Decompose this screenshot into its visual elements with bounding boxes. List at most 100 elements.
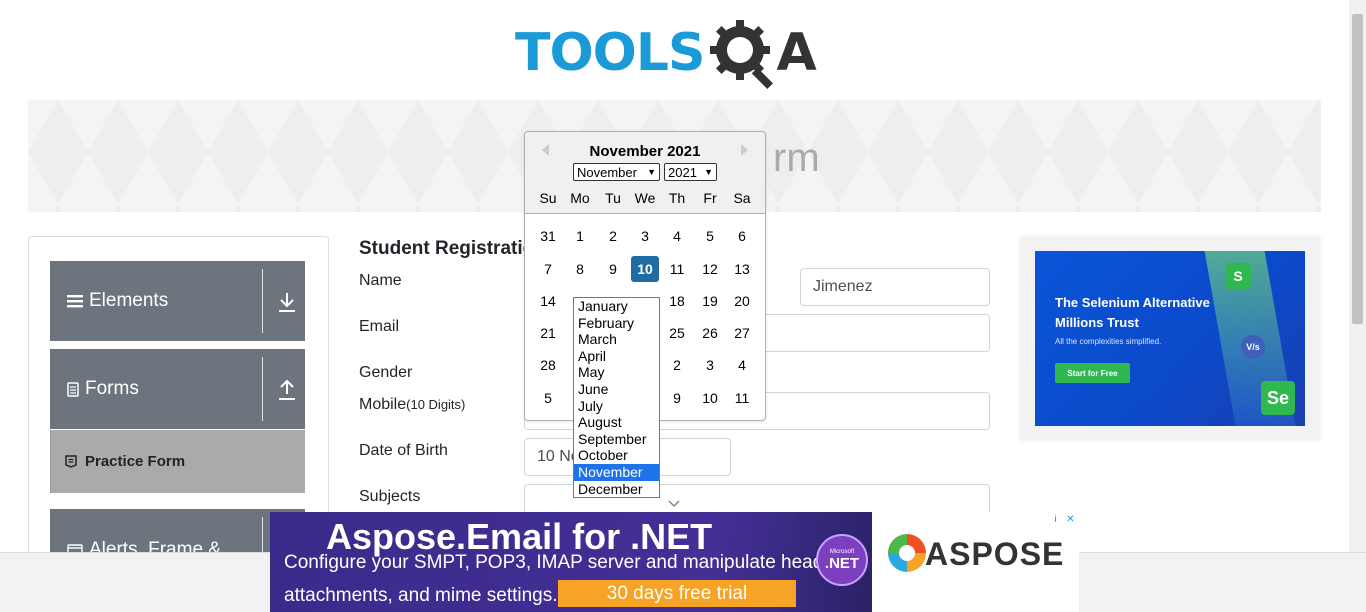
calendar-day[interactable]: 11	[663, 256, 691, 282]
month-option[interactable]: January	[574, 298, 659, 315]
month-option[interactable]: April	[574, 348, 659, 365]
calendar-day[interactable]: 31	[534, 223, 562, 249]
calendar-day[interactable]: 13	[728, 256, 756, 282]
gear-magnifier-icon	[710, 20, 774, 89]
logo-text-a: A	[776, 23, 817, 83]
ad-start-free-button[interactable]: Start for Free	[1055, 363, 1130, 383]
mobile-label-text: Mobile	[359, 396, 407, 413]
month-option[interactable]: November	[574, 463, 659, 481]
calendar-day[interactable]: 4	[663, 223, 691, 249]
calendar-day[interactable]: 4	[728, 352, 756, 378]
ad-bottom-line2: attachments, and mime settings.	[284, 585, 558, 606]
calendar-day[interactable]: 3	[696, 352, 724, 378]
scrollbar-thumb[interactable]	[1352, 14, 1363, 324]
sidebar-group-elements[interactable]: Elements	[50, 261, 305, 341]
ad-right-banner[interactable]: S Se V/s The Selenium Alternative Million…	[1035, 251, 1305, 426]
calendar-day[interactable]: 28	[534, 352, 562, 378]
year-select-value: 2021	[668, 164, 697, 180]
dotnet-big-text: .NET	[824, 554, 860, 572]
calendar-day[interactable]: 11	[728, 385, 756, 411]
calendar-day[interactable]: 18	[663, 288, 691, 314]
month-option[interactable]: June	[574, 381, 659, 398]
calendar-day[interactable]: 9	[599, 256, 627, 282]
calendar-day[interactable]: 5	[534, 385, 562, 411]
sidebar-item-practice-form[interactable]: Practice Form	[50, 430, 305, 493]
download-arrow-icon[interactable]	[278, 291, 296, 313]
calendar-day[interactable]: 19	[696, 288, 724, 314]
calendar-day[interactable]: 21	[534, 320, 562, 346]
chevron-down-icon: ▼	[647, 167, 656, 177]
calendar-day[interactable]: 12	[696, 256, 724, 282]
ad-se-badge: Se	[1261, 381, 1295, 415]
weekday-label: Su	[539, 190, 557, 206]
mobile-hint: (10 Digits)	[406, 397, 466, 412]
month-option[interactable]: May	[574, 364, 659, 381]
sidebar-group-forms[interactable]: Forms	[50, 349, 305, 429]
ad-vs-badge: V/s	[1241, 335, 1265, 359]
last-name-input[interactable]: Jimenez	[800, 268, 990, 306]
upload-arrow-icon[interactable]	[278, 379, 296, 401]
calendar-day[interactable]: 10	[631, 256, 659, 282]
divider	[262, 357, 263, 421]
aspose-swirl-icon	[888, 534, 926, 572]
calendar-day[interactable]: 9	[663, 385, 691, 411]
month-select[interactable]: November ▼	[573, 163, 660, 181]
weekday-label: Mo	[570, 190, 590, 206]
month-select-value: November	[577, 164, 637, 180]
datepicker-header: November 2021 November ▼ 2021 ▼ Su Mo Tu We Th…	[525, 132, 765, 214]
mobile-label: Mobile(10 Digits)	[359, 396, 465, 414]
aspose-brand: ASPOSE	[925, 536, 1065, 572]
dotnet-logo-icon: Microsoft .NET	[816, 534, 868, 586]
month-option[interactable]: October	[574, 447, 659, 464]
ad-info-icon[interactable]: i	[1049, 513, 1062, 526]
form-title: Student Registratio	[359, 238, 535, 259]
calendar-day[interactable]: 2	[663, 352, 691, 378]
document-icon	[67, 381, 79, 397]
calendar-day[interactable]: 3	[631, 223, 659, 249]
chevron-down-icon: ▼	[704, 167, 713, 177]
page: TOOLS A rm Elements Forms Practice Form …	[0, 0, 1366, 612]
calendar-day[interactable]: 7	[534, 256, 562, 282]
calendar-day[interactable]: 1	[566, 223, 594, 249]
email-label: Email	[359, 318, 400, 335]
month-option[interactable]: March	[574, 331, 659, 348]
gender-label: Gender	[359, 364, 413, 381]
ad-close-icon[interactable]: ✕	[1064, 513, 1077, 526]
chevron-down-icon	[668, 500, 680, 508]
weekday-label: Tu	[605, 190, 621, 206]
calendar-day[interactable]: 10	[696, 385, 724, 411]
calendar-day[interactable]: 8	[566, 256, 594, 282]
ad-bottom-banner[interactable]: Aspose.Email for .NET Configure your SMP…	[270, 512, 1079, 612]
year-select[interactable]: 2021 ▼	[664, 163, 717, 181]
ad-bottom-line1: Configure your SMPT, POP3, IMAP server a…	[284, 552, 855, 573]
calendar-day[interactable]: 20	[728, 288, 756, 314]
last-name-value: Jimenez	[813, 278, 873, 295]
dob-label: Date of Birth	[359, 442, 448, 459]
ad-headline-1: The Selenium Alternative	[1055, 295, 1210, 310]
month-option[interactable]: September	[574, 431, 659, 448]
sidebar-group-elements-label: Elements	[89, 290, 169, 311]
calendar-day[interactable]: 26	[696, 320, 724, 346]
month-dropdown-list: January February March April May June July Augu…	[573, 297, 660, 498]
ad-bottom-cta[interactable]: 30 days free trial	[558, 580, 796, 607]
month-option[interactable]: July	[574, 398, 659, 415]
sidebar-item-label: Practice Form	[85, 453, 186, 470]
ad-controls: i ✕	[1049, 513, 1077, 527]
month-option[interactable]: December	[574, 481, 659, 498]
weekday-label: Fr	[703, 190, 717, 206]
calendar-day[interactable]: 27	[728, 320, 756, 346]
toolsqa-logo[interactable]: TOOLS A	[515, 14, 837, 92]
calendar-day[interactable]: 25	[663, 320, 691, 346]
calendar-day[interactable]: 5	[696, 223, 724, 249]
calendar-day[interactable]: 14	[534, 288, 562, 314]
calendar-day[interactable]: 6	[728, 223, 756, 249]
name-label: Name	[359, 272, 402, 289]
month-option[interactable]: February	[574, 315, 659, 332]
hamburger-icon	[67, 295, 83, 308]
vertical-scrollbar[interactable]	[1349, 0, 1366, 552]
divider	[262, 269, 263, 333]
month-option[interactable]: August	[574, 414, 659, 431]
form-icon	[65, 455, 77, 468]
calendar-day[interactable]: 2	[599, 223, 627, 249]
sidebar-group-label: Elements	[67, 290, 168, 312]
